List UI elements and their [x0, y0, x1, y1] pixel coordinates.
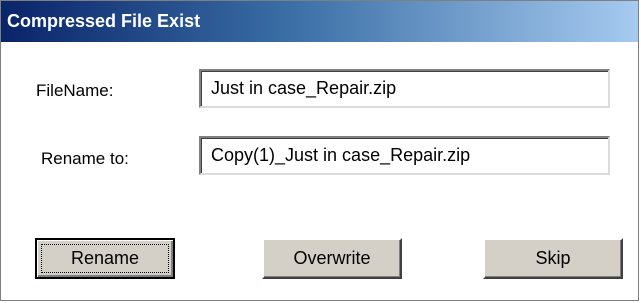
skip-button[interactable]: Skip — [483, 238, 623, 279]
dialog-titlebar[interactable]: Compressed File Exist — [1, 1, 638, 42]
dialog-title: Compressed File Exist — [7, 11, 201, 31]
overwrite-button-label: Overwrite — [293, 248, 371, 268]
rename-button-label: Rename — [70, 248, 140, 268]
rename-button[interactable]: Rename — [35, 238, 175, 279]
overwrite-button[interactable]: Overwrite — [262, 238, 402, 279]
filename-label: FileName: — [36, 81, 114, 100]
filename-field[interactable] — [201, 71, 608, 106]
rename-to-field[interactable] — [201, 138, 608, 173]
filename-field-frame — [199, 69, 610, 108]
rename-to-label: Rename to: — [41, 149, 129, 168]
compressed-file-exist-dialog: Compressed File Exist FileName: Rename t… — [0, 0, 639, 301]
rename-to-field-frame — [199, 136, 610, 175]
skip-button-label: Skip — [535, 248, 571, 268]
